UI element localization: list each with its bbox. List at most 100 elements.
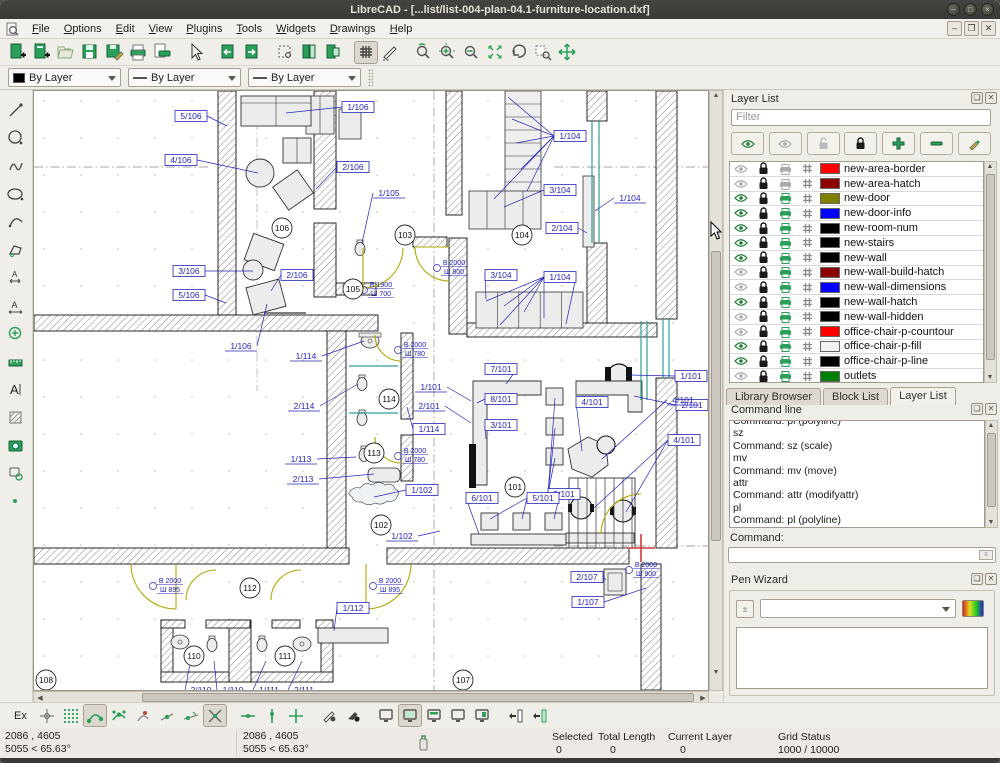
zoom-out-button[interactable] [459,41,483,64]
open-template-button[interactable] [30,41,54,64]
layer-visible-icon[interactable] [730,193,752,203]
save-as-button[interactable] [102,41,126,64]
workspace-2-button[interactable] [398,704,422,727]
dock-close-button[interactable]: ✕ [985,403,997,415]
open-button[interactable] [54,41,78,64]
lock-relative-zero-button[interactable] [341,704,365,727]
new-window-button[interactable] [321,41,345,64]
zoom-in-button[interactable] [435,41,459,64]
toggle-left-dock-button[interactable] [503,704,527,727]
construction-icon[interactable] [796,178,818,189]
print-preview-button[interactable] [150,41,174,64]
printer-icon[interactable] [774,178,796,190]
construction-icon[interactable] [796,297,818,308]
pen-color-combo[interactable]: By Layer [8,68,121,87]
tool-circle-button[interactable] [4,126,29,150]
workspace-1-button[interactable] [374,704,398,727]
construction-icon[interactable] [796,311,818,322]
lock-icon[interactable] [752,207,774,220]
layer-row[interactable]: new-area-border [730,162,983,177]
printer-icon[interactable] [774,222,796,234]
layer-color-swatch[interactable] [820,282,840,293]
print-button[interactable] [126,41,150,64]
tool-dimension-button[interactable]: A [4,294,29,318]
menu-view[interactable]: View [142,21,180,37]
zoom-auto-button[interactable] [483,41,507,64]
layer-color-swatch[interactable] [820,341,840,352]
selection-window-button[interactable] [273,41,297,64]
layer-row[interactable]: outlets [730,369,983,383]
menu-edit[interactable]: Edit [109,21,142,37]
tool-select-button[interactable]: A [4,266,29,290]
tool-circle-plus-button[interactable] [4,322,29,346]
show-all-layers-button[interactable] [731,132,764,155]
lock-icon[interactable] [752,296,774,309]
dock-close-button[interactable]: ✕ [985,573,997,585]
lock-all-layers-button[interactable] [844,132,877,155]
layer-row[interactable]: new-wall-hidden [730,310,983,325]
snap-settings-button[interactable] [317,704,341,727]
layer-color-swatch[interactable] [820,208,840,219]
snap-distance-button[interactable] [179,704,203,727]
free-snap-button[interactable] [35,704,59,727]
pen-wizard-color-button[interactable] [962,600,984,617]
construction-icon[interactable] [796,237,818,248]
lock-icon[interactable] [752,236,774,249]
printer-icon[interactable] [774,252,796,264]
restrict-vertical-button[interactable] [260,704,284,727]
layer-color-swatch[interactable] [820,371,840,382]
layer-row[interactable]: office-chair-p-countour [730,325,983,340]
undo-button[interactable] [216,41,240,64]
lock-icon[interactable] [752,251,774,264]
tool-text-button[interactable]: A [4,378,29,402]
lock-icon[interactable] [752,192,774,205]
unlock-all-layers-button[interactable] [807,132,840,155]
layer-list-scrollbar[interactable]: ▲ ▼ [984,161,997,383]
canvas-vertical-scrollbar[interactable]: ▲ ▼ [709,90,723,691]
layer-color-swatch[interactable] [820,356,840,367]
tool-measure-button[interactable] [4,350,29,374]
tool-polyline-button[interactable] [4,238,29,262]
layer-row[interactable]: new-area-hatch [730,177,983,192]
zoom-previous-button[interactable] [507,41,531,64]
zoom-redraw-button[interactable] [411,41,435,64]
redo-button[interactable] [240,41,264,64]
tool-image-button[interactable] [4,434,29,458]
toolbar-grip[interactable] [368,69,374,87]
pen-wizard-combo[interactable] [760,599,956,618]
lock-icon[interactable] [752,325,774,338]
printer-icon[interactable] [774,281,796,293]
menu-tools[interactable]: Tools [229,21,269,37]
snap-middle-button[interactable] [155,704,179,727]
lock-icon[interactable] [752,162,774,175]
command-input[interactable]: ≡ [728,547,996,563]
remove-layer-button[interactable] [920,132,953,155]
tool-spline-button[interactable] [4,210,29,234]
lock-icon[interactable] [752,355,774,368]
menu-help[interactable]: Help [383,21,420,37]
command-options-button[interactable]: ≡ [979,550,993,560]
toggle-right-dock-button[interactable] [527,704,551,727]
drawing-canvas[interactable]: 5/1064/1061/1062/1063/1062/1065/1061/106… [33,90,709,691]
add-layer-button[interactable] [882,132,915,155]
layer-row[interactable]: office-chair-p-line [730,354,983,369]
lock-icon[interactable] [752,281,774,294]
pen-wizard-list[interactable] [736,627,988,689]
title-bar[interactable]: LibreCAD - [...list/list-004-plan-04.1-f… [0,0,1000,19]
draft-mode-button[interactable] [378,41,402,64]
layer-color-swatch[interactable] [820,311,840,322]
grid-snap-button[interactable] [59,704,83,727]
lock-icon[interactable] [752,340,774,353]
printer-icon[interactable] [774,311,796,323]
printer-icon[interactable] [774,296,796,308]
layer-visible-icon[interactable] [730,312,752,322]
menu-plugins[interactable]: Plugins [179,21,229,37]
dock-float-button[interactable]: ❏ [971,403,983,415]
layer-color-swatch[interactable] [820,326,840,337]
construction-icon[interactable] [796,223,818,234]
menu-options[interactable]: Options [57,21,109,37]
construction-icon[interactable] [796,163,818,174]
layer-color-swatch[interactable] [820,193,840,204]
restrict-horizontal-button[interactable] [236,704,260,727]
grid-toggle-button[interactable] [354,41,378,64]
